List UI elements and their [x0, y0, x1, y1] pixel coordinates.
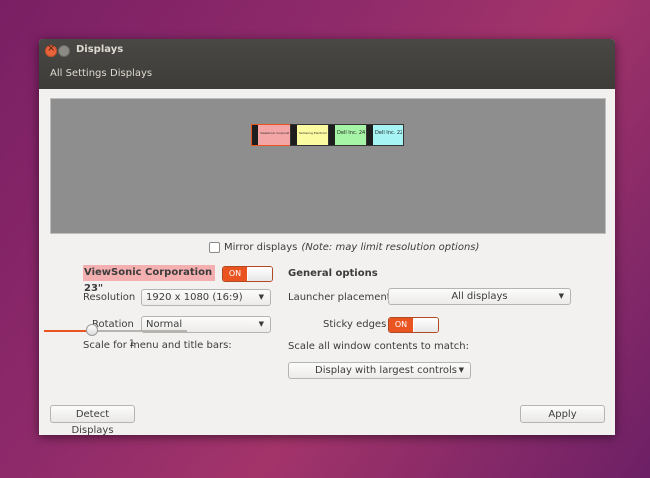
chevron-down-icon: ▼ — [558, 292, 564, 300]
window-title: Displays — [76, 44, 124, 55]
resolution-label: Resolution — [83, 292, 136, 303]
monitor-bezel — [367, 125, 373, 145]
detect-displays-button[interactable]: Detect Displays — [50, 405, 135, 435]
monitor-dell-22[interactable]: Dell Inc. 22" — [366, 124, 404, 146]
chevron-down-icon: ▼ — [258, 293, 264, 301]
scale-all-label: Scale all window contents to match: — [288, 341, 469, 352]
toggle-knob — [248, 267, 272, 281]
monitor-label: Dell Inc. 22" — [375, 130, 402, 136]
displays-window: Displays All Settings Displays ViewSonic… — [39, 39, 615, 435]
rotation-value: Normal — [146, 319, 183, 330]
chevron-down-icon: ▼ — [458, 366, 464, 374]
monitor-bezel — [291, 125, 297, 145]
resolution-value: 1920 x 1080 (16:9) — [146, 292, 243, 303]
apply-button[interactable]: Apply — [520, 405, 605, 423]
toggle-knob — [414, 318, 438, 332]
launcher-placement-value: All displays — [451, 291, 508, 302]
monitor-label: Dell Inc. 24" — [337, 130, 365, 136]
display-arrangement-area[interactable]: ViewSonic Corporation 23" Samsung Electr… — [50, 98, 606, 234]
scale-all-combo[interactable]: Display with largest controls ▼ — [288, 362, 471, 379]
minimize-window-button[interactable] — [58, 45, 70, 57]
sticky-edges-label: Sticky edges — [323, 319, 387, 330]
scale-slider-fill — [44, 330, 91, 332]
monitor-label: ViewSonic Corporation 23" — [260, 131, 289, 135]
monitor-power-toggle[interactable]: ON — [222, 266, 273, 282]
breadcrumb-displays[interactable]: Displays — [110, 68, 152, 79]
scale-all-value: Display with largest controls — [315, 365, 457, 376]
toggle-on-label: ON — [223, 267, 247, 281]
selected-monitor-name: ViewSonic Corporation 23" — [83, 265, 215, 294]
monitor-bezel — [252, 125, 258, 145]
breadcrumb-all-settings[interactable]: All Settings — [50, 68, 107, 79]
mirror-displays-note: (Note: may limit resolution options) — [301, 242, 480, 253]
scale-label: Scale for menu and title bars: — [83, 340, 232, 351]
toggle-on-label: ON — [389, 318, 413, 332]
scale-slider-handle[interactable] — [86, 324, 98, 336]
mirror-displays-option[interactable]: Mirror displays (Note: may limit resolut… — [209, 242, 479, 253]
rotation-label: Rotation — [92, 319, 134, 330]
chevron-down-icon: ▼ — [258, 320, 264, 328]
titlebar: Displays All Settings Displays — [39, 39, 615, 89]
sticky-edges-toggle[interactable]: ON — [388, 317, 439, 333]
monitor-bezel — [329, 125, 335, 145]
monitor-dell-24[interactable]: Dell Inc. 24" — [328, 124, 367, 146]
monitor-label: Samsung Electronics Co Ltd 22" — [299, 131, 327, 135]
content-area: ViewSonic Corporation 23" Samsung Electr… — [39, 89, 615, 435]
close-window-button[interactable] — [45, 43, 57, 57]
monitor-viewsonic[interactable]: ViewSonic Corporation 23" — [251, 124, 291, 146]
resolution-combo[interactable]: 1920 x 1080 (16:9) ▼ — [141, 289, 271, 306]
monitor-samsung[interactable]: Samsung Electronics Co Ltd 22" — [290, 124, 329, 146]
launcher-placement-combo[interactable]: All displays ▼ — [388, 288, 571, 305]
mirror-displays-label: Mirror displays — [224, 242, 298, 253]
scale-value: 1 — [129, 339, 135, 349]
launcher-placement-label: Launcher placement — [288, 292, 391, 303]
mirror-displays-checkbox[interactable] — [209, 242, 220, 253]
general-options-heading: General options — [288, 268, 378, 279]
